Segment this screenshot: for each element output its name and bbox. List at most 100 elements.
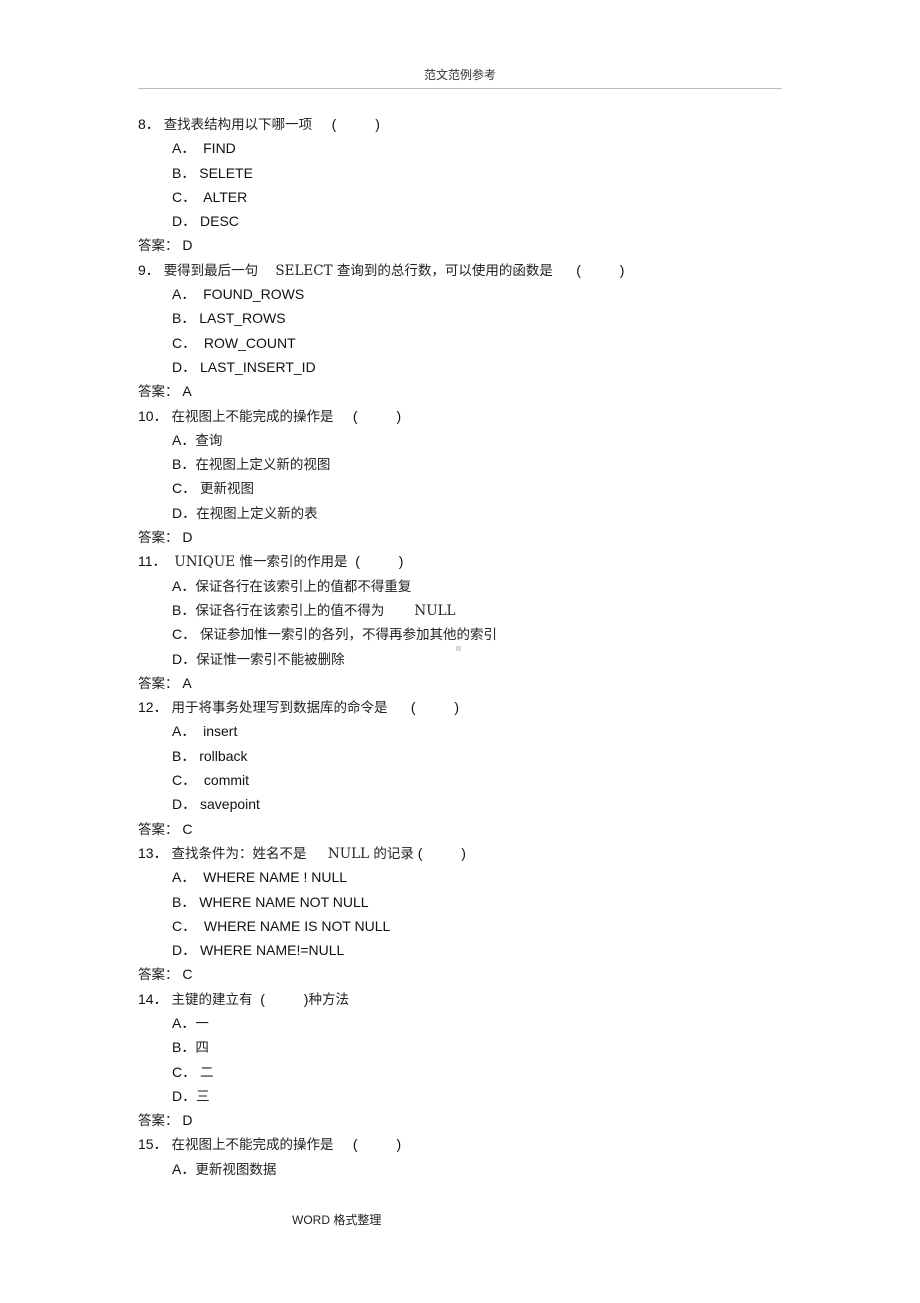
- answer-line: 答案： C: [138, 962, 778, 986]
- question-15: 15． 在视图上不能完成的操作是 ( ): [138, 1132, 778, 1156]
- option-b: B．四: [138, 1035, 778, 1059]
- option-b: B． LAST_ROWS: [138, 306, 778, 330]
- option-label: D．: [172, 504, 197, 521]
- option-label: B．: [172, 164, 196, 181]
- answer-blank: ( ): [417, 844, 466, 861]
- option-label: A．: [172, 723, 196, 740]
- option-text: 四: [195, 1040, 209, 1057]
- option-label: B．: [172, 893, 196, 910]
- option-label: A．: [172, 577, 196, 594]
- option-text: 保证各行在该索引上的值都不得重复: [195, 578, 412, 595]
- page-footer: WORD 格式整理: [292, 1213, 382, 1227]
- option-c: C． 更新视图: [138, 476, 778, 500]
- answer-value: D: [182, 1112, 193, 1129]
- option-label: D．: [172, 796, 197, 813]
- question-text: UNIQUE 惟一索引的作用是: [174, 554, 348, 571]
- option-text: FIND: [203, 140, 236, 157]
- option-label: D．: [172, 942, 197, 959]
- question-11: 11． UNIQUE 惟一索引的作用是 ( ): [138, 549, 778, 573]
- option-text: commit: [203, 772, 250, 789]
- option-d: D．在视图上定义新的表: [138, 501, 778, 525]
- answer-blank: ( ): [576, 261, 625, 278]
- option-text: ALTER: [203, 188, 248, 205]
- question-text: 在视图上不能完成的操作是: [171, 1137, 334, 1154]
- option-c: C． ROW_COUNT: [138, 331, 778, 355]
- option-text: 保证各行在该索引上的值不得为 NULL: [195, 602, 456, 619]
- option-text: 更新视图: [200, 481, 255, 498]
- option-label: A．: [172, 286, 196, 303]
- answer-blank: ( ): [355, 553, 404, 570]
- option-text: savepoint: [200, 796, 260, 813]
- question-number: 12．: [138, 699, 168, 716]
- option-text: rollback: [199, 747, 248, 764]
- question-number: 15．: [138, 1136, 168, 1153]
- option-d: D． LAST_INSERT_ID: [138, 355, 778, 379]
- question-12: 12． 用于将事务处理写到数据库的命令是 ( ): [138, 695, 778, 719]
- answer-value: A: [182, 383, 192, 400]
- option-label: C．: [172, 334, 197, 351]
- option-a: A． WHERE NAME ! NULL: [138, 865, 778, 889]
- option-d: D． savepoint: [138, 792, 778, 816]
- option-b: B． WHERE NAME NOT NULL: [138, 890, 778, 914]
- option-label: A．: [172, 1160, 196, 1177]
- answer-label: 答案：: [138, 238, 179, 255]
- answer-line: 答案： C: [138, 817, 778, 841]
- option-label: C．: [172, 1063, 197, 1080]
- option-c: C． 保证参加惟一索引的各列，不得再参加其他的索引: [138, 622, 778, 646]
- option-text: 在视图上定义新的视图: [195, 457, 331, 474]
- answer-line: 答案： D: [138, 525, 778, 549]
- question-number: 13．: [138, 844, 168, 861]
- question-text: 查找表结构用以下哪一项: [163, 117, 313, 133]
- option-text: WHERE NAME!=NULL: [200, 942, 345, 959]
- option-label: D．: [172, 1087, 197, 1104]
- option-d: D．三: [138, 1084, 778, 1108]
- option-label: D．: [172, 650, 197, 667]
- question-number: 11．: [138, 553, 167, 570]
- option-text: WHERE NAME NOT NULL: [199, 893, 369, 910]
- option-a: A．一: [138, 1011, 778, 1035]
- question-number: 9．: [138, 261, 160, 278]
- option-text: FOUND_ROWS: [203, 286, 305, 303]
- option-c: C． WHERE NAME IS NOT NULL: [138, 914, 778, 938]
- option-text: 在视图上定义新的表: [196, 505, 318, 522]
- option-text: 一: [195, 1015, 209, 1032]
- option-c: C． ALTER: [138, 185, 778, 209]
- answer-label: 答案：: [138, 530, 179, 547]
- option-label: D．: [172, 358, 197, 375]
- option-text: 保证参加惟一索引的各列，不得再参加其他的索引: [200, 627, 498, 644]
- question-13: 13． 查找条件为：姓名不是 NULL 的记录 ( ): [138, 841, 778, 865]
- option-text: SELETE: [199, 164, 253, 181]
- answer-line: 答案： D: [138, 1108, 778, 1132]
- option-text: insert: [203, 723, 238, 740]
- answer-blank: ( ): [352, 407, 402, 424]
- answer-label: 答案：: [138, 384, 179, 401]
- question-number: 10．: [138, 407, 168, 424]
- question-suffix: 种方法: [308, 991, 349, 1008]
- answer-label: 答案：: [138, 675, 179, 692]
- option-label: C．: [172, 480, 197, 497]
- option-text: 查询: [195, 432, 223, 449]
- option-label: A．: [172, 1014, 196, 1031]
- option-label: A．: [172, 869, 196, 886]
- header-divider: [138, 88, 782, 89]
- option-text: 更新视图数据: [195, 1161, 277, 1178]
- option-label: C．: [172, 188, 197, 205]
- scan-artifact: [456, 646, 461, 651]
- answer-line: 答案： A: [138, 671, 778, 695]
- option-a: A．保证各行在该索引上的值都不得重复: [138, 574, 778, 598]
- question-9: 9． 要得到最后一句 SELECT 查询到的总行数，可以使用的函数是 ( ): [138, 258, 778, 282]
- option-d: D． WHERE NAME!=NULL: [138, 938, 778, 962]
- option-text: 二: [200, 1064, 214, 1081]
- question-text: 查找条件为：姓名不是 NULL 的记录: [171, 845, 414, 862]
- option-b: B．保证各行在该索引上的值不得为 NULL: [138, 598, 778, 622]
- option-text: WHERE NAME ! NULL: [203, 869, 348, 886]
- option-label: B．: [172, 1039, 196, 1056]
- answer-blank: ( ): [260, 990, 309, 1007]
- question-10: 10． 在视图上不能完成的操作是 ( ): [138, 404, 778, 428]
- option-b: B． rollback: [138, 744, 778, 768]
- option-a: A．查询: [138, 428, 778, 452]
- option-text: LAST_INSERT_ID: [200, 358, 316, 375]
- answer-blank: ( ): [352, 1136, 402, 1153]
- question-text: 主键的建立有: [171, 991, 253, 1008]
- option-label: C．: [172, 626, 197, 643]
